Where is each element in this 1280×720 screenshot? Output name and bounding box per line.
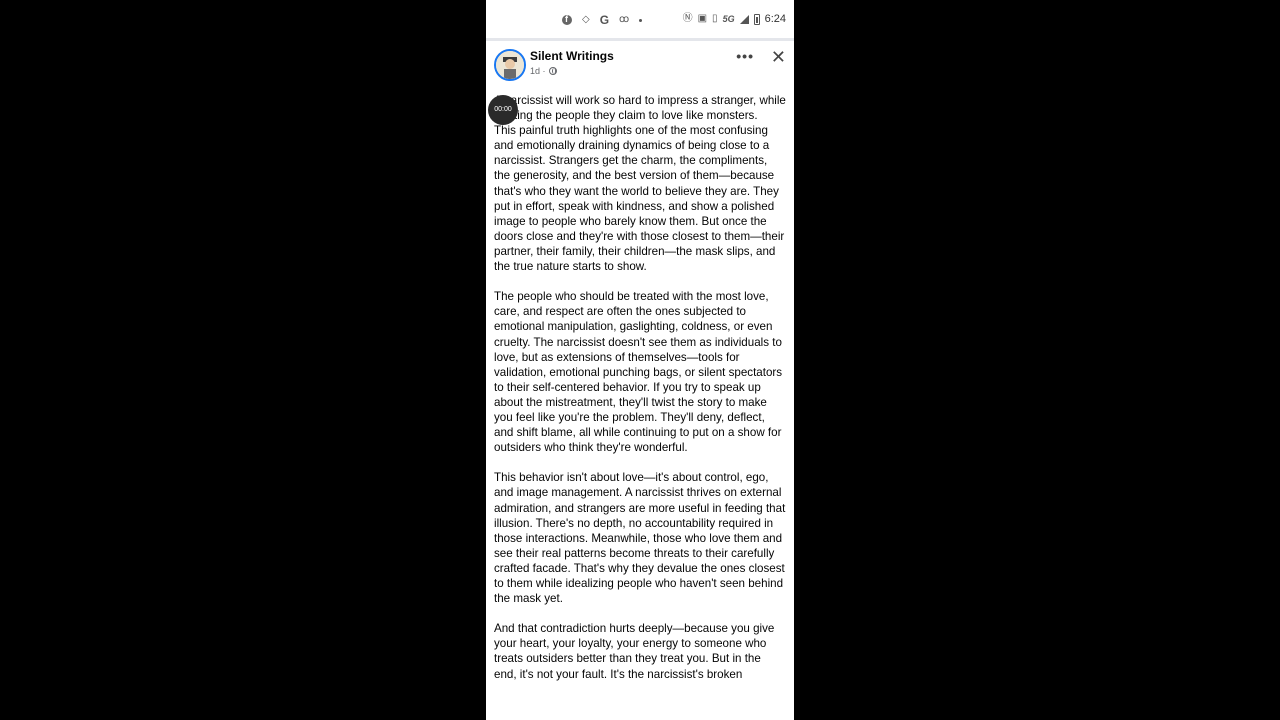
clock-time: 6:24 [764, 13, 786, 25]
globe-icon [548, 67, 557, 75]
post-paragraph: A narcissist will work so hard to impres… [494, 94, 786, 274]
avatar-illustration [496, 51, 524, 79]
post-paragraph: The people who should be treated with th… [494, 290, 783, 455]
facebook-icon [562, 14, 572, 25]
status-bar: ◇ G ꝏ Ⓝ ▣ ▯ 5G 6:24 [486, 0, 794, 38]
status-bar-right: Ⓝ ▣ ▯ 5G 6:24 [683, 13, 786, 25]
close-icon[interactable]: ✕ [771, 47, 786, 68]
author-name[interactable]: Silent Writings [530, 49, 614, 63]
post-text: A narcissist will work so hard to impres… [486, 85, 794, 682]
signal-strength-icon [739, 14, 749, 24]
google-icon: G [599, 13, 610, 27]
post-paragraph: This behavior isn't about love—it's abou… [494, 471, 786, 606]
video-timer-badge[interactable]: 00:00 [488, 95, 518, 125]
battery-icon [753, 13, 760, 25]
phone-screen: ◇ G ꝏ Ⓝ ▣ ▯ 5G 6:24 Silent Writings 1 [486, 0, 794, 720]
more-options-icon[interactable]: ••• [736, 49, 754, 63]
post-header: Silent Writings 1d · ••• ✕ [486, 41, 794, 85]
post-paragraph: And that contradiction hurts deeply—beca… [494, 622, 775, 681]
signal-5g-icon: 5G [722, 14, 735, 24]
status-bar-left: ◇ G ꝏ [562, 13, 643, 27]
voicemail-icon: ꝏ [619, 14, 630, 25]
vibrate-icon: ▯ [712, 13, 718, 24]
avatar[interactable] [494, 49, 526, 81]
cast-icon: ▣ [697, 13, 708, 24]
post-age[interactable]: 1d · [530, 66, 546, 76]
nfc-icon: Ⓝ [682, 13, 693, 24]
diamond-icon: ◇ [582, 14, 590, 25]
dot-icon [639, 18, 643, 22]
post-meta: 1d · [530, 66, 557, 76]
